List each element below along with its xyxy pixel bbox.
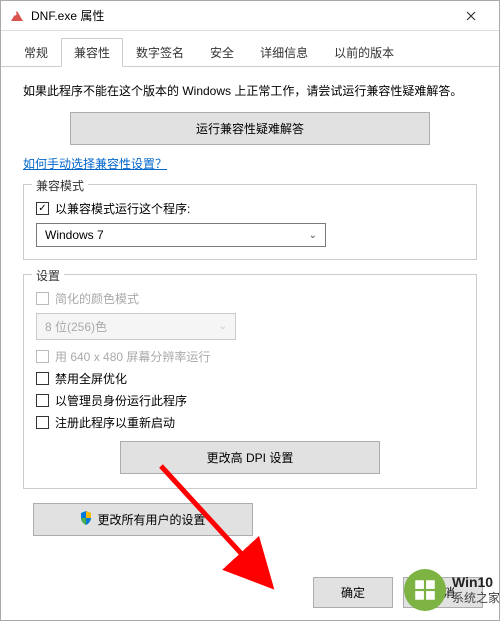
tab-general[interactable]: 常规: [11, 38, 61, 67]
watermark-text: Win10 系统之家: [452, 574, 500, 605]
run-admin-row: 以管理员身份运行此程序: [36, 392, 464, 409]
troubleshoot-button[interactable]: 运行兼容性疑难解答: [70, 112, 430, 145]
tab-bar: 常规 兼容性 数字签名 安全 详细信息 以前的版本: [1, 31, 499, 67]
disable-fullscreen-label: 禁用全屏优化: [55, 370, 127, 387]
tab-digital-signatures[interactable]: 数字签名: [123, 38, 197, 67]
run-admin-label: 以管理员身份运行此程序: [55, 392, 187, 409]
register-restart-label: 注册此程序以重新启动: [55, 414, 175, 431]
compat-mode-row: 以兼容模式运行这个程序:: [36, 200, 464, 217]
color-select: 8 位(256)色 ⌄: [36, 313, 236, 340]
compat-mode-label: 以兼容模式运行这个程序:: [55, 200, 190, 217]
watermark-badge-icon: [404, 569, 446, 611]
all-users-button[interactable]: 更改所有用户的设置: [33, 503, 253, 536]
app-icon: [9, 8, 25, 24]
reduced-color-checkbox: [36, 292, 49, 305]
compat-mode-checkbox[interactable]: [36, 202, 49, 215]
reduced-color-label: 简化的颜色模式: [55, 290, 139, 307]
tab-previous-versions[interactable]: 以前的版本: [321, 38, 407, 67]
reduced-color-row: 简化的颜色模式: [36, 290, 464, 307]
settings-legend: 设置: [32, 267, 64, 284]
manual-settings-link[interactable]: 如何手动选择兼容性设置？: [23, 155, 167, 172]
high-dpi-button[interactable]: 更改高 DPI 设置: [120, 441, 380, 474]
window-title: DNF.exe 属性: [31, 7, 104, 24]
disable-fullscreen-row: 禁用全屏优化: [36, 370, 464, 387]
color-select-value: 8 位(256)色: [45, 318, 107, 335]
tab-details[interactable]: 详细信息: [247, 38, 321, 67]
res640-row: 用 640 x 480 屏幕分辨率运行: [36, 348, 464, 365]
compat-mode-select[interactable]: Windows 7 ⌄: [36, 223, 326, 247]
all-users-label: 更改所有用户的设置: [97, 511, 205, 528]
close-button[interactable]: [451, 2, 491, 30]
tab-content: 如果此程序不能在这个版本的 Windows 上正常工作，请尝试运行兼容性疑难解答…: [1, 67, 499, 546]
shield-icon: [80, 511, 92, 528]
disable-fullscreen-checkbox[interactable]: [36, 372, 49, 385]
chevron-down-icon: ⌄: [309, 230, 317, 241]
instruction-text: 如果此程序不能在这个版本的 Windows 上正常工作，请尝试运行兼容性疑难解答…: [23, 81, 477, 102]
res640-label: 用 640 x 480 屏幕分辨率运行: [55, 348, 210, 365]
register-restart-checkbox[interactable]: [36, 416, 49, 429]
settings-fieldset: 设置 简化的颜色模式 8 位(256)色 ⌄ 用 640 x 480 屏幕分辨率…: [23, 274, 477, 489]
titlebar: DNF.exe 属性: [1, 1, 499, 31]
tab-security[interactable]: 安全: [197, 38, 247, 67]
watermark-line2: 系统之家: [452, 591, 500, 605]
tab-compatibility[interactable]: 兼容性: [61, 38, 123, 67]
register-restart-row: 注册此程序以重新启动: [36, 414, 464, 431]
watermark-line1: Win10: [452, 574, 500, 591]
watermark: Win10 系统之家: [404, 569, 500, 611]
chevron-down-icon: ⌄: [219, 321, 227, 332]
res640-checkbox: [36, 350, 49, 363]
ok-button[interactable]: 确定: [313, 577, 393, 608]
compat-mode-legend: 兼容模式: [32, 177, 88, 194]
compat-mode-value: Windows 7: [45, 228, 104, 242]
run-admin-checkbox[interactable]: [36, 394, 49, 407]
compat-mode-fieldset: 兼容模式 以兼容模式运行这个程序: Windows 7 ⌄: [23, 184, 477, 260]
properties-window: DNF.exe 属性 常规 兼容性 数字签名 安全 详细信息 以前的版本 如果此…: [0, 0, 500, 621]
